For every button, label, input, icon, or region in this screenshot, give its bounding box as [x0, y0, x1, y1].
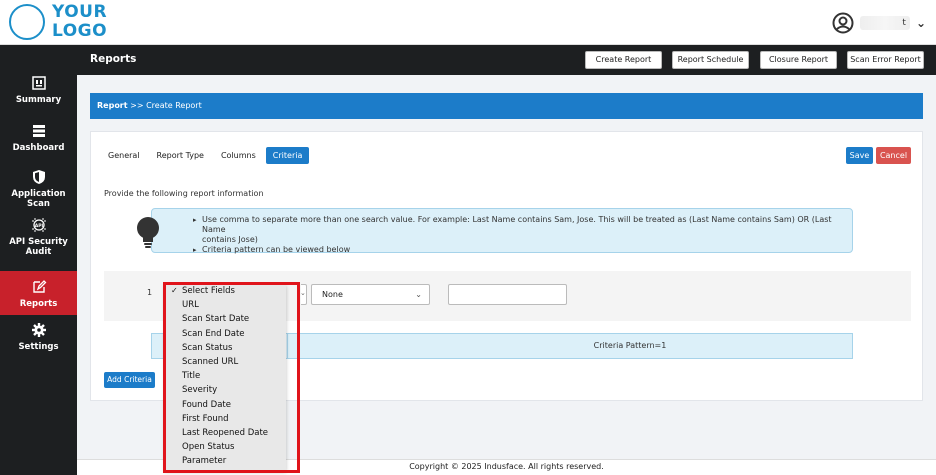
hint-box: Use comma to separate more than one sear…: [137, 208, 853, 255]
user-name: t: [859, 16, 910, 30]
tab-general[interactable]: General: [101, 147, 147, 164]
sidebar-item-label: Settings: [18, 342, 59, 352]
sidebar-item-label: Dashboard: [12, 143, 65, 153]
sidebar-item-reports[interactable]: Reports: [0, 271, 77, 315]
hint-item: Criteria pattern can be viewed below: [193, 245, 852, 255]
dashboard-icon: [32, 125, 45, 137]
breadcrumb-separator: >>: [127, 101, 147, 110]
api-icon: API: [31, 218, 46, 232]
breadcrumb-root[interactable]: Report: [97, 101, 128, 110]
sidebar-item-label: Application Scan: [11, 189, 66, 209]
criteria-value-input[interactable]: [448, 284, 567, 305]
sidebar-item-label: Reports: [19, 299, 58, 309]
sidebar-item-dashboard[interactable]: Dashboard: [0, 123, 77, 153]
page-header: Reports Create Report Report Schedule Cl…: [77, 45, 936, 75]
scan-error-report-button[interactable]: Scan Error Report: [847, 51, 924, 69]
hint-item-continued: contains Jose): [202, 235, 258, 244]
sidebar-item-settings[interactable]: Settings: [0, 322, 77, 352]
user-menu[interactable]: t ⌄: [832, 12, 926, 34]
logo-text: YOUR LOGO: [52, 3, 107, 41]
logo-line-1: YOUR: [52, 2, 108, 22]
create-report-button[interactable]: Create Report: [585, 51, 662, 69]
tab-criteria[interactable]: Criteria: [265, 147, 310, 164]
tab-columns[interactable]: Columns: [214, 147, 263, 164]
sidebar: Summary Dashboard Application Scan API A…: [0, 45, 77, 475]
breadcrumb-current: Create Report: [146, 101, 202, 110]
criteria-pattern: Criteria Pattern=1: [287, 333, 853, 359]
logo-line-2: LOGO: [52, 21, 108, 41]
chevron-down-icon: ⌄: [415, 290, 422, 299]
hint-list: Use comma to separate more than one sear…: [193, 215, 852, 255]
closure-report-button[interactable]: Closure Report: [760, 51, 837, 69]
edit-icon: [32, 280, 46, 293]
info-heading: Provide the following report information: [104, 189, 264, 198]
page-title: Reports: [90, 53, 137, 65]
svg-text:API: API: [34, 223, 43, 229]
breadcrumb: Report >> Create Report: [90, 93, 923, 119]
highlight-box: [163, 282, 300, 473]
report-schedule-button[interactable]: Report Schedule: [672, 51, 749, 69]
summary-icon: [31, 76, 46, 90]
shield-icon: [32, 170, 45, 184]
report-tabs: General Report Type Columns Criteria: [101, 147, 312, 164]
hint-item: Use comma to separate more than one sear…: [193, 215, 852, 235]
lightbulb-icon: [137, 217, 159, 248]
gear-icon: [31, 323, 46, 337]
sidebar-item-label: Summary: [15, 95, 62, 105]
sidebar-item-application-scan[interactable]: Application Scan: [0, 169, 77, 209]
cancel-button[interactable]: Cancel: [876, 147, 911, 164]
row-number: 1: [147, 288, 153, 297]
sidebar-item-label: API Security Audit: [9, 237, 68, 257]
sidebar-item-api-security-audit[interactable]: API API Security Audit: [0, 217, 77, 257]
save-button[interactable]: Save: [846, 147, 873, 164]
operator-value: None: [322, 290, 343, 299]
chevron-down-icon: ⌄: [915, 16, 926, 30]
top-header: YOUR LOGO t ⌄: [0, 0, 936, 45]
sidebar-item-summary[interactable]: Summary: [0, 75, 77, 105]
operator-select[interactable]: None ⌄: [311, 284, 430, 305]
user-avatar-icon: [832, 12, 854, 34]
logo-circle-icon: [9, 4, 45, 40]
chevron-down-icon: ⌄: [300, 289, 306, 297]
tab-report-type[interactable]: Report Type: [150, 147, 211, 164]
add-criteria-button[interactable]: Add Criteria: [104, 372, 155, 388]
